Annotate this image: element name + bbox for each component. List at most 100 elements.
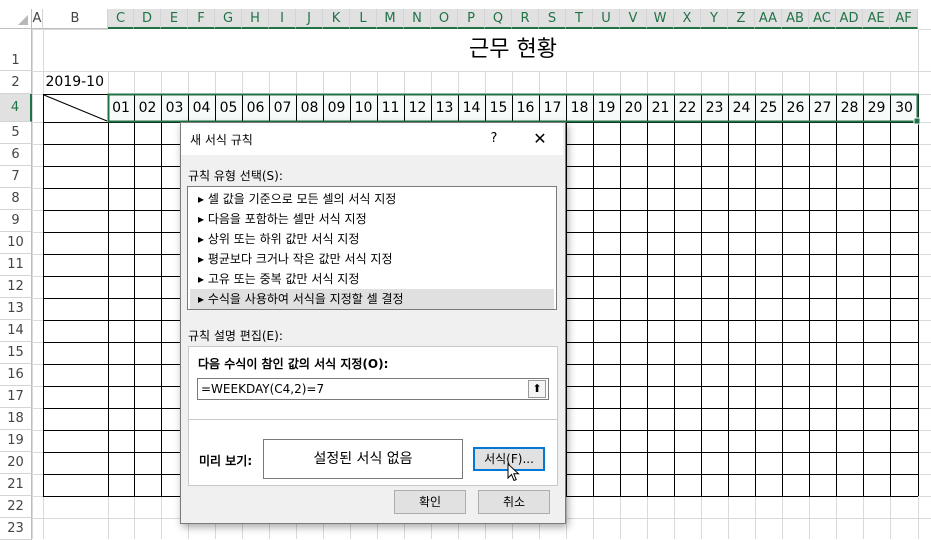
row-header[interactable]: 11 (0, 254, 32, 276)
rule-type-item-selected[interactable]: ▸ 수식을 사용하여 서식을 지정할 셀 결정 (190, 289, 554, 309)
day-header-cell[interactable]: 30 (890, 94, 918, 122)
day-header-cell[interactable]: 07 (269, 94, 296, 122)
cancel-button[interactable]: 취소 (478, 490, 550, 514)
day-header-cell[interactable]: 02 (134, 94, 161, 122)
column-header[interactable]: G (215, 9, 242, 29)
column-header[interactable]: S (539, 9, 566, 29)
row-header[interactable]: 6 (0, 144, 32, 166)
top-strip (0, 0, 931, 9)
day-header-cell[interactable]: 28 (836, 94, 863, 122)
day-header-cell[interactable]: 27 (809, 94, 836, 122)
column-header[interactable]: P (458, 9, 485, 29)
edit-description-label: 규칙 설명 편집(E): (188, 329, 283, 343)
column-header[interactable]: E (161, 9, 188, 29)
day-header-cell[interactable]: 13 (431, 94, 458, 122)
row-header[interactable]: 4 (0, 94, 32, 122)
row-header[interactable]: 7 (0, 166, 32, 188)
ok-button[interactable]: 확인 (394, 490, 466, 514)
column-header[interactable]: A (32, 9, 43, 29)
day-header-cell[interactable]: 19 (593, 94, 620, 122)
row-header[interactable]: 18 (0, 408, 32, 430)
day-header-cell[interactable]: 16 (512, 94, 539, 122)
row-header[interactable]: 21 (0, 474, 32, 496)
day-header-cell[interactable]: 12 (404, 94, 431, 122)
day-header-cell[interactable]: 26 (782, 94, 809, 122)
column-header[interactable]: X (674, 9, 701, 29)
row-header[interactable]: 1 (0, 29, 32, 71)
day-header-cell[interactable]: 23 (701, 94, 728, 122)
rule-type-item[interactable]: ▸ 고유 또는 중복 값만 서식 지정 (190, 269, 554, 289)
day-header-cell[interactable]: 29 (863, 94, 890, 122)
column-header[interactable]: Z (728, 9, 755, 29)
row-header[interactable]: 16 (0, 364, 32, 386)
collapse-dialog-icon[interactable]: ⬆ (528, 380, 546, 398)
day-header-cell[interactable]: 25 (755, 94, 782, 122)
column-header[interactable]: F (188, 9, 215, 29)
day-header-cell[interactable]: 15 (485, 94, 512, 122)
rule-type-item[interactable]: ▸ 다음을 포함하는 셀만 서식 지정 (190, 209, 554, 229)
rule-type-item[interactable]: ▸ 평균보다 크거나 작은 값만 서식 지정 (190, 249, 554, 269)
column-header[interactable]: U (593, 9, 620, 29)
day-header-cell[interactable]: 22 (674, 94, 701, 122)
column-header[interactable]: K (323, 9, 350, 29)
column-header[interactable]: AB (782, 9, 809, 29)
column-header[interactable]: T (566, 9, 593, 29)
row-header[interactable]: 5 (0, 122, 32, 144)
formula-input[interactable]: =WEEKDAY(C4,2)=7 ⬆ (197, 378, 549, 400)
column-header[interactable]: AC (809, 9, 836, 29)
column-header[interactable]: N (404, 9, 431, 29)
day-header-cell[interactable]: 18 (566, 94, 593, 122)
rule-type-item[interactable]: ▸ 셀 값을 기준으로 모든 셀의 서식 지정 (190, 189, 554, 209)
gridline (43, 94, 108, 122)
column-header[interactable]: M (377, 9, 404, 29)
row-header[interactable]: 15 (0, 342, 32, 364)
row-header[interactable]: 13 (0, 298, 32, 320)
day-header-cell[interactable]: 24 (728, 94, 755, 122)
day-header-cell[interactable]: 11 (377, 94, 404, 122)
column-header[interactable]: AD (836, 9, 863, 29)
column-header[interactable]: J (296, 9, 323, 29)
row-header[interactable]: 8 (0, 188, 32, 210)
row-header[interactable]: 10 (0, 232, 32, 254)
help-button[interactable]: ? (481, 127, 507, 151)
day-header-cell[interactable]: 17 (539, 94, 566, 122)
day-header-cell[interactable]: 06 (242, 94, 269, 122)
column-header[interactable]: C (108, 9, 134, 29)
day-header-cell[interactable]: 20 (620, 94, 647, 122)
row-header[interactable]: 14 (0, 320, 32, 342)
column-header[interactable]: Q (485, 9, 512, 29)
close-icon[interactable]: ✕ (527, 127, 553, 151)
day-header-cell[interactable]: 09 (323, 94, 350, 122)
row-header[interactable]: 2 (0, 71, 32, 94)
day-header-cell[interactable]: 10 (350, 94, 377, 122)
rule-type-list[interactable]: ▸ 셀 값을 기준으로 모든 셀의 서식 지정 ▸ 다음을 포함하는 셀만 서식… (187, 186, 557, 310)
row-header[interactable]: 22 (0, 496, 32, 518)
column-header[interactable]: AE (863, 9, 890, 29)
row-header[interactable]: 9 (0, 210, 32, 232)
day-header-cell[interactable]: 03 (161, 94, 188, 122)
rule-type-item[interactable]: ▸ 상위 또는 하위 값만 서식 지정 (190, 229, 554, 249)
column-header[interactable]: I (269, 9, 296, 29)
row-header[interactable]: 20 (0, 452, 32, 474)
day-header-cell[interactable]: 21 (647, 94, 674, 122)
day-header-cell[interactable]: 14 (458, 94, 485, 122)
row-header[interactable]: 23 (0, 518, 32, 540)
column-header[interactable]: H (242, 9, 269, 29)
row-header[interactable]: 19 (0, 430, 32, 452)
column-header[interactable]: AF (890, 9, 918, 29)
column-header[interactable]: V (620, 9, 647, 29)
row-header[interactable]: 17 (0, 386, 32, 408)
column-header[interactable]: R (512, 9, 539, 29)
day-header-cell[interactable]: 05 (215, 94, 242, 122)
column-header[interactable]: B (43, 9, 108, 29)
column-header[interactable]: O (431, 9, 458, 29)
column-header[interactable]: Y (701, 9, 728, 29)
day-header-cell[interactable]: 04 (188, 94, 215, 122)
column-header[interactable]: W (647, 9, 674, 29)
day-header-cell[interactable]: 01 (108, 94, 134, 122)
column-header[interactable]: AA (755, 9, 782, 29)
day-header-cell[interactable]: 08 (296, 94, 323, 122)
column-header[interactable]: L (350, 9, 377, 29)
row-header[interactable]: 12 (0, 276, 32, 298)
column-header[interactable]: D (134, 9, 161, 29)
